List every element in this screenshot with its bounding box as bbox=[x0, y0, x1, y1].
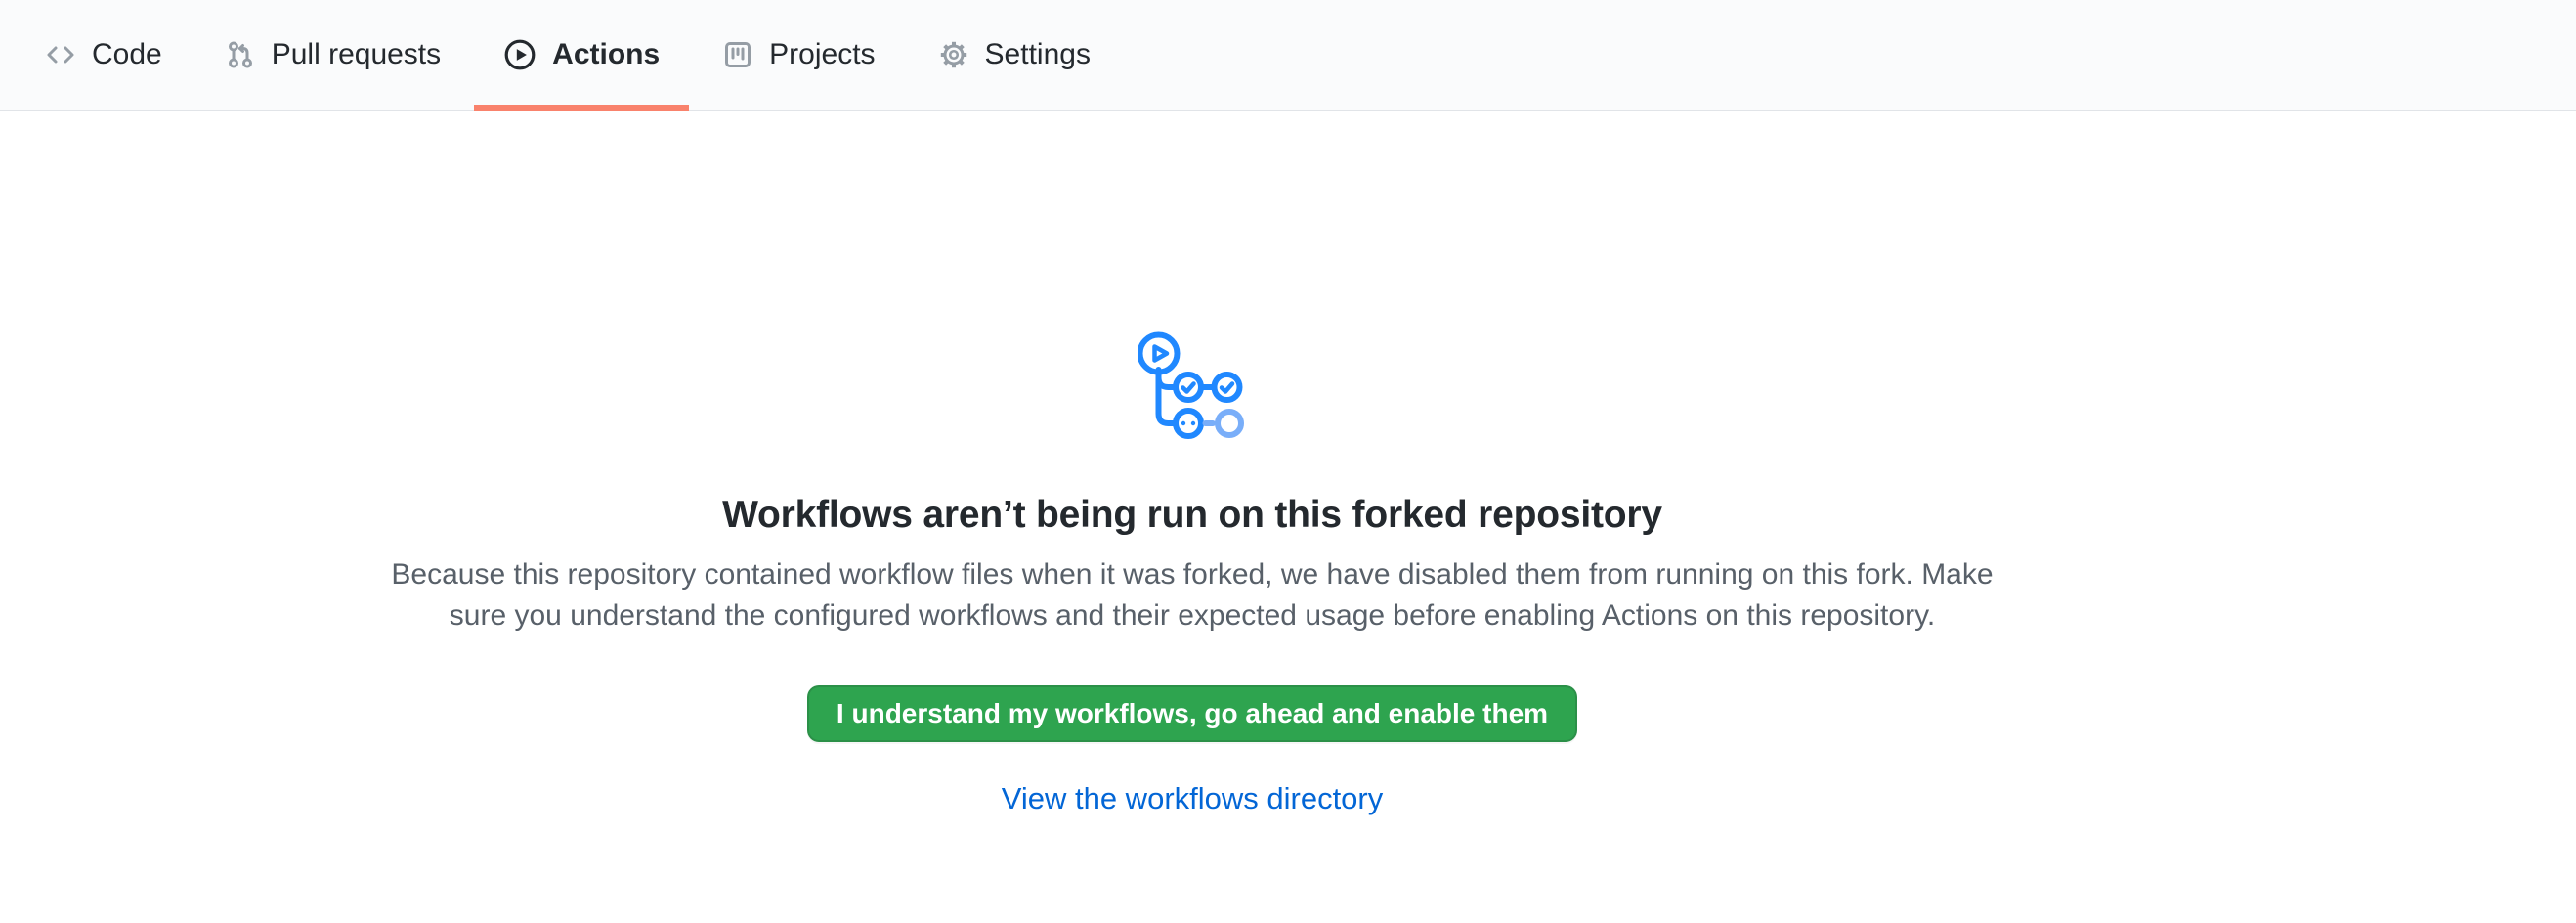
tab-label: Actions bbox=[552, 40, 660, 69]
tab-code[interactable]: Code bbox=[16, 0, 192, 110]
project-icon bbox=[722, 39, 753, 70]
repo-tab-bar: Code Pull requests Actions bbox=[0, 0, 2576, 111]
gear-icon bbox=[938, 39, 969, 70]
workflow-graph-icon bbox=[0, 330, 2384, 445]
view-workflows-link[interactable]: View the workflows directory bbox=[1002, 781, 1384, 815]
tab-label: Settings bbox=[985, 40, 1091, 69]
tab-pull-requests[interactable]: Pull requests bbox=[195, 0, 470, 110]
tab-actions[interactable]: Actions bbox=[474, 0, 689, 110]
pull-request-icon bbox=[225, 39, 256, 70]
blankslate-description: Because this repository contained workfl… bbox=[313, 554, 2072, 637]
actions-blankslate: Workflows aren’t being run on this forke… bbox=[0, 330, 2384, 816]
code-icon bbox=[45, 39, 76, 70]
tab-label: Projects bbox=[769, 40, 875, 69]
play-circle-icon bbox=[503, 38, 537, 71]
blankslate-heading: Workflows aren’t being run on this forke… bbox=[0, 494, 2384, 537]
tab-label: Code bbox=[92, 40, 162, 69]
enable-workflows-button[interactable]: I understand my workflows, go ahead and … bbox=[807, 685, 1577, 742]
tab-label: Pull requests bbox=[272, 40, 441, 69]
tab-projects[interactable]: Projects bbox=[693, 0, 904, 110]
tab-settings[interactable]: Settings bbox=[909, 0, 1120, 110]
